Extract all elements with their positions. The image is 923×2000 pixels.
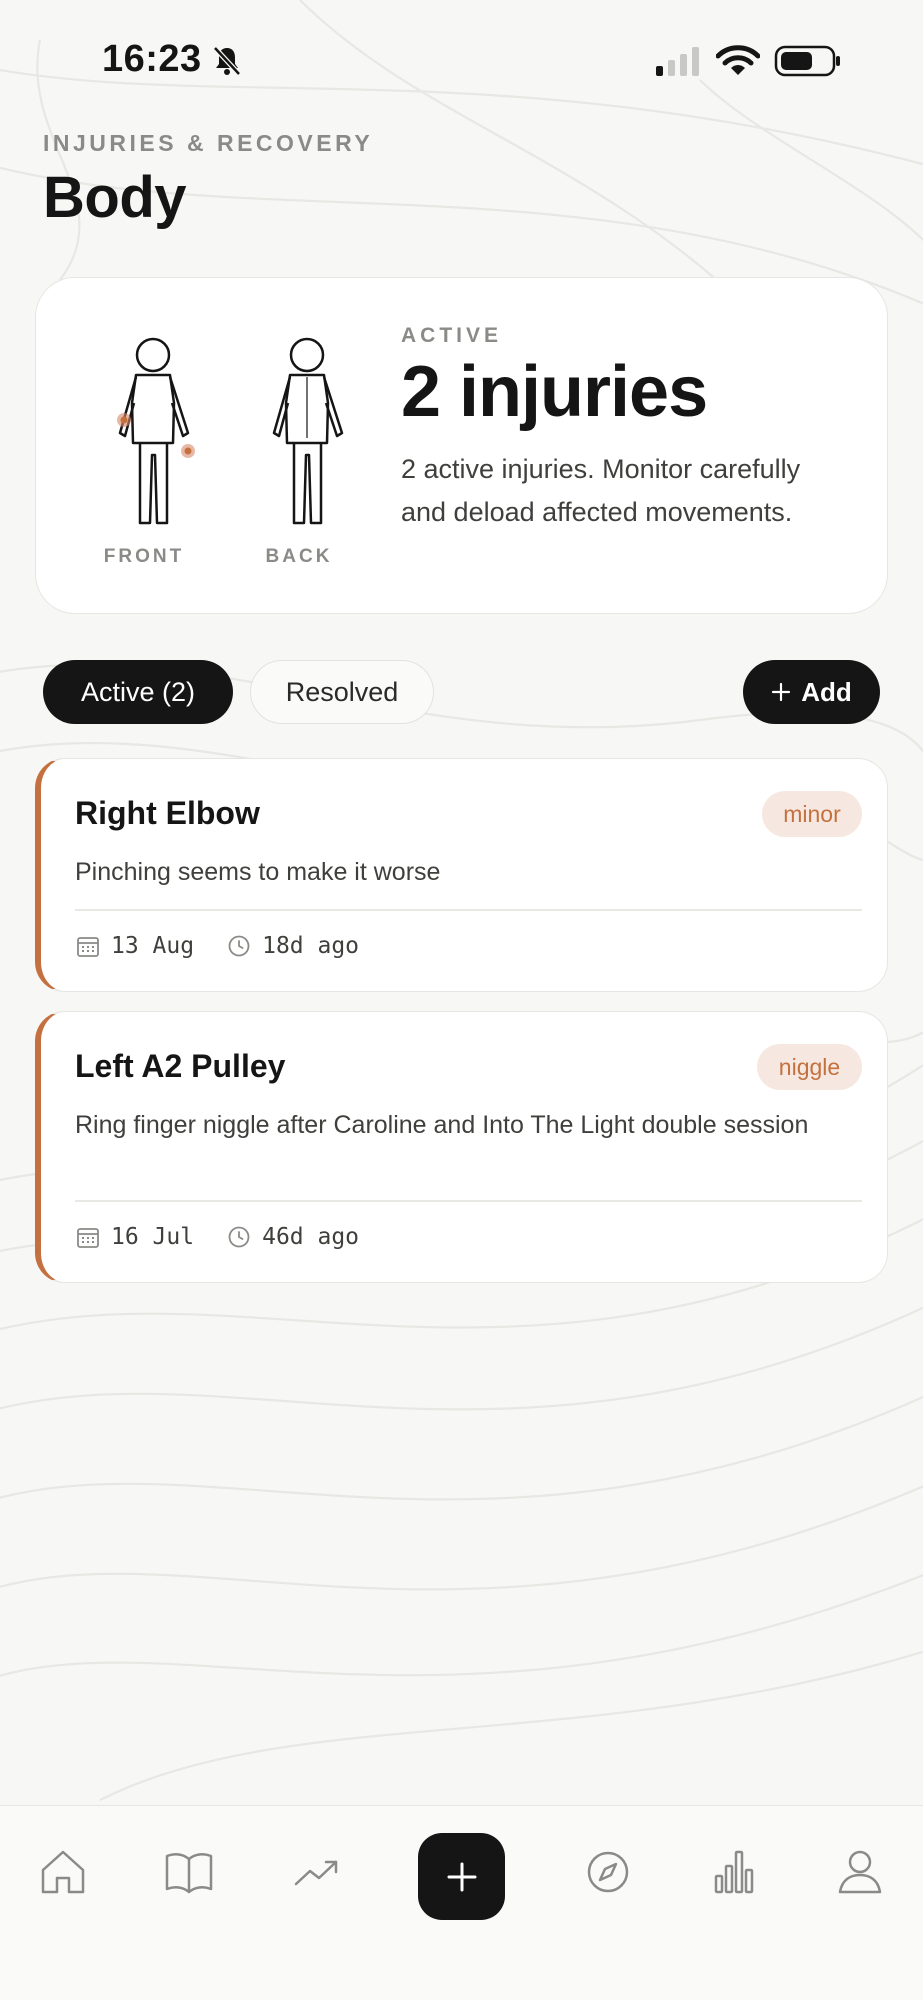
plus-icon <box>772 682 791 702</box>
filter-active-tab[interactable]: Active (2) <box>43 660 233 724</box>
injury-description: Ring finger niggle after Caroline and In… <box>75 1111 809 1139</box>
body-back-figure[interactable] <box>252 333 362 563</box>
add-icon[interactable] <box>418 1833 505 1920</box>
injury-meta: 13 Aug 18d ago <box>75 933 359 959</box>
add-label: Add <box>801 676 852 707</box>
injury-summary-card: FRONT BACK ACTIVE 2 injuries 2 active in… <box>35 277 888 614</box>
bottom-nav <box>0 1805 923 2000</box>
signal-icon <box>656 47 699 76</box>
wifi-icon <box>716 45 760 75</box>
status-time: 16:23 <box>102 38 202 80</box>
page-eyebrow: INJURIES & RECOVERY <box>43 130 374 156</box>
summary-description: 2 active injuries. Monitor carefully and… <box>401 454 801 527</box>
compass-icon[interactable] <box>580 1844 636 1900</box>
bell-off-icon <box>213 46 241 76</box>
injury-description: Pinching seems to make it worse <box>75 858 441 886</box>
status-bar: 16:23 <box>0 0 923 120</box>
injury-ago: 18d ago <box>262 933 360 959</box>
battery-icon <box>774 45 840 77</box>
injury-ago: 46d ago <box>262 1224 360 1250</box>
severity-badge: niggle <box>757 1044 862 1090</box>
calendar-icon <box>77 1228 99 1248</box>
injury-card[interactable]: Right Elbow minor Pinching seems to make… <box>35 758 888 992</box>
severity-badge: minor <box>762 791 862 837</box>
card-divider <box>75 1200 862 1202</box>
injury-card[interactable]: Left A2 Pulley niggle Ring finger niggle… <box>35 1011 888 1283</box>
home-icon[interactable] <box>35 1844 91 1900</box>
injury-title: Left A2 Pulley <box>75 1048 286 1084</box>
chart-icon[interactable] <box>706 1844 762 1900</box>
front-label: FRONT <box>103 546 185 567</box>
page-title: Body <box>43 165 187 230</box>
calendar-icon <box>77 937 99 957</box>
clock-icon <box>228 935 250 957</box>
injury-title: Right Elbow <box>75 795 260 831</box>
active-injury-count: 2 injuries <box>401 352 708 432</box>
trend-icon[interactable] <box>288 1844 344 1900</box>
filter-resolved-tab[interactable]: Resolved <box>250 660 434 724</box>
clock-icon <box>228 1226 250 1248</box>
injury-date: 16 Jul <box>111 1224 195 1250</box>
profile-icon[interactable] <box>832 1844 888 1900</box>
back-label: BACK <box>265 546 333 567</box>
body-front-figure[interactable] <box>98 333 208 563</box>
card-divider <box>75 909 862 911</box>
injury-date: 13 Aug <box>111 933 195 959</box>
add-injury-button[interactable]: Add <box>743 660 880 724</box>
book-icon[interactable] <box>161 1844 217 1900</box>
summary-eyebrow: ACTIVE <box>401 324 503 347</box>
injury-meta: 16 Jul 46d ago <box>75 1224 359 1250</box>
